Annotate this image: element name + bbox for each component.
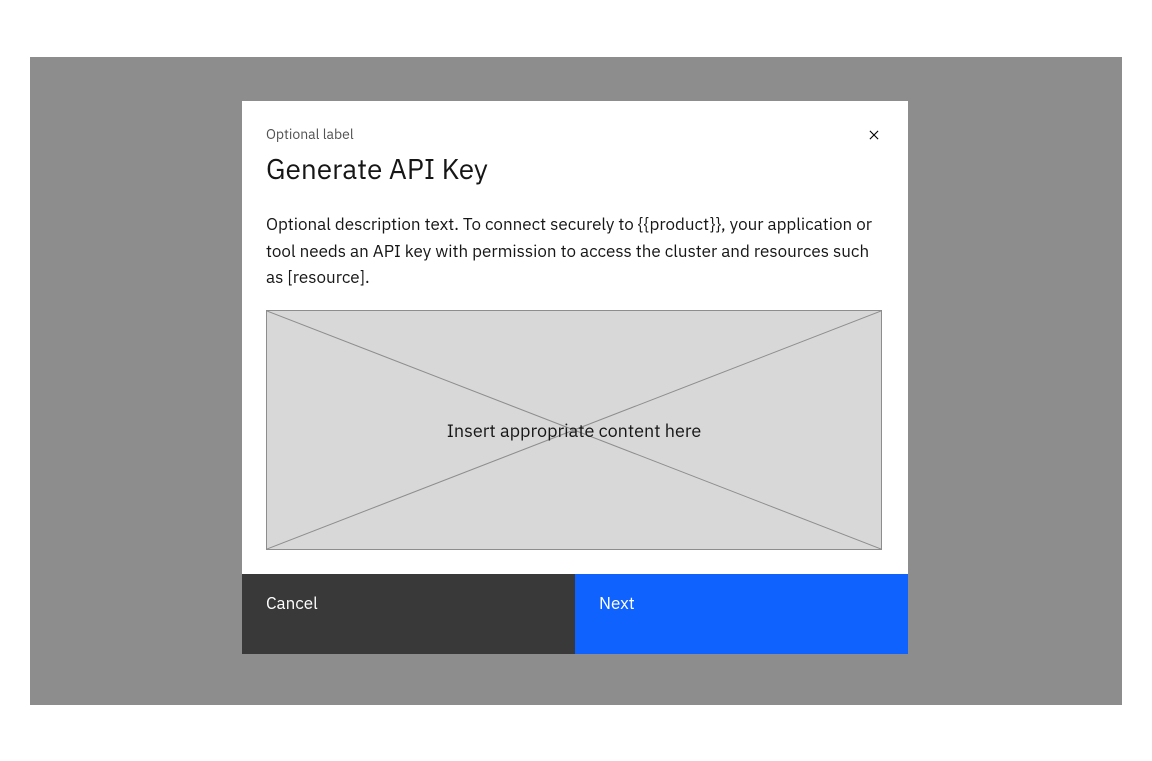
modal-header: Optional label Generate API Key [242,101,908,187]
close-icon [865,126,883,144]
modal-title: Generate API Key [266,151,884,187]
close-button[interactable] [858,119,890,151]
modal-description: Optional description text. To connect se… [266,211,884,290]
next-button[interactable]: Next [575,574,908,654]
content-placeholder: Insert appropriate content here [266,310,882,550]
cancel-button[interactable]: Cancel [242,574,575,654]
modal-optional-label: Optional label [266,125,884,143]
placeholder-text: Insert appropriate content here [447,419,702,442]
modal-dialog: Optional label Generate API Key Optional… [242,101,908,654]
modal-body: Optional description text. To connect se… [242,187,908,574]
modal-footer: Cancel Next [242,574,908,654]
